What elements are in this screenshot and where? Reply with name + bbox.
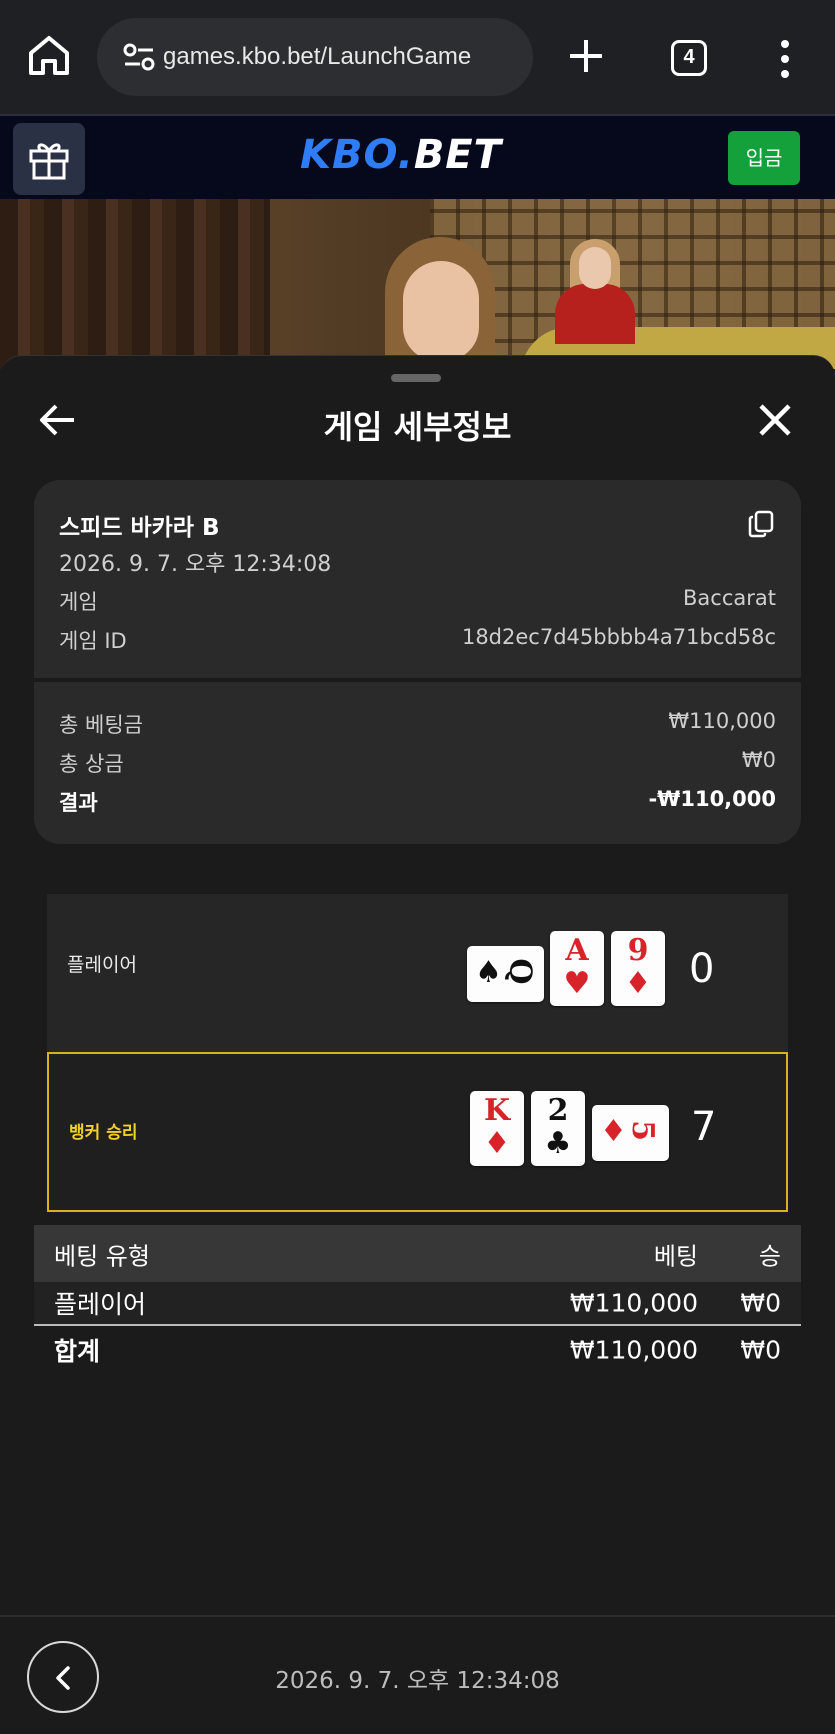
total-bet-value: ₩110,000: [668, 709, 776, 733]
card-rank: A: [565, 933, 589, 968]
card-rank: K: [483, 1093, 511, 1128]
game-name: 스피드 바카라 B: [59, 515, 220, 541]
playing-card: ♦ 5: [592, 1105, 669, 1161]
deposit-button[interactable]: 입금: [728, 131, 800, 185]
banker-hand-label: 뱅커 승리: [69, 1123, 138, 1143]
card-suit: ♠: [475, 955, 502, 990]
result-value: -₩110,000: [648, 787, 776, 811]
card-suit: ♥: [563, 966, 591, 1001]
banker-hand-panel: 뱅커 승리 K ♦ 2 ♣ ♦ 5 7: [47, 1052, 788, 1212]
address-bar[interactable]: games.kbo.bet/LaunchGame: [97, 18, 533, 96]
table-total-row: 합계 ₩110,000 ₩0: [34, 1328, 801, 1372]
url-text[interactable]: games.kbo.bet/LaunchGame: [163, 18, 471, 96]
footer-timestamp: 2026. 9. 7. 오후 12:34:08: [275, 1668, 560, 1694]
result-label: 결과: [59, 791, 98, 815]
bet-amount-cell: ₩110,000: [569, 1288, 698, 1318]
browser-toolbar: games.kbo.bet/LaunchGame 4: [0, 0, 835, 114]
table-row: 플레이어 ₩110,000 ₩0: [34, 1282, 801, 1326]
total-win-value: ₩0: [741, 748, 776, 772]
card-suit: ♣: [544, 1126, 572, 1161]
card-rank: Q: [502, 958, 538, 985]
gift-icon: [29, 143, 69, 180]
more-options-icon[interactable]: [774, 38, 796, 80]
table-header: 베팅 유형 베팅 승: [34, 1225, 801, 1282]
total-label-cell: 합계: [54, 1337, 101, 1366]
sheet-drag-handle[interactable]: [391, 374, 441, 382]
game-type-label: 게임: [59, 590, 98, 614]
gift-button[interactable]: [13, 123, 85, 195]
total-win-label: 총 상금: [59, 752, 124, 776]
total-bet-cell: ₩110,000: [569, 1335, 698, 1365]
card-divider: [34, 678, 801, 682]
column-header-bet: 베팅: [653, 1242, 698, 1270]
bet-type-cell: 플레이어: [54, 1290, 147, 1319]
player-score: 0: [689, 946, 715, 992]
site-settings-icon[interactable]: [123, 42, 155, 72]
player-hand-panel: 플레이어 ♠ Q A ♥ 9 ♦ 0: [47, 894, 788, 1054]
home-icon[interactable]: [26, 32, 72, 78]
playing-card: 2 ♣: [531, 1091, 585, 1166]
playing-card: 9 ♦: [611, 931, 665, 1006]
logo-text-secondary: BET: [413, 132, 502, 178]
sheet-title: 게임 세부정보: [323, 408, 512, 446]
tab-switcher-button[interactable]: 4: [671, 40, 707, 76]
total-bet-label: 총 베팅금: [59, 713, 143, 737]
win-amount-cell: ₩0: [740, 1288, 781, 1318]
banker-score: 7: [691, 1104, 717, 1150]
close-icon[interactable]: [757, 402, 793, 438]
card-rank: 5: [624, 1120, 660, 1141]
game-details-sheet: 게임 세부정보 스피드 바카라 B 2026. 9. 7. 오후 12:34:0…: [0, 355, 835, 1734]
live-video-feed: [0, 199, 835, 369]
card-rank: 9: [627, 933, 649, 968]
playing-card: A ♥: [550, 931, 604, 1006]
site-header: KBO.BET 입금: [0, 114, 835, 199]
player-hand-label: 플레이어: [67, 954, 137, 976]
card-suit: ♦: [483, 1126, 511, 1161]
new-tab-icon[interactable]: [566, 36, 606, 76]
game-type-value: Baccarat: [683, 586, 776, 610]
card-rank: 2: [547, 1093, 569, 1128]
playing-card: ♠ Q: [467, 946, 544, 1002]
game-timestamp: 2026. 9. 7. 오후 12:34:08: [59, 552, 332, 577]
playing-card: K ♦: [470, 1091, 524, 1166]
card-suit: ♦: [624, 966, 652, 1001]
card-suit: ♦: [600, 1114, 627, 1149]
logo-text-primary: KBO.: [300, 132, 414, 178]
game-summary-card: 스피드 바카라 B 2026. 9. 7. 오후 12:34:08 게임 Bac…: [34, 480, 801, 844]
copy-icon[interactable]: [748, 510, 774, 538]
brand-logo[interactable]: KBO.BET: [300, 132, 502, 178]
sheet-footer: 2026. 9. 7. 오후 12:34:08: [0, 1615, 835, 1734]
column-header-bet-type: 베팅 유형: [54, 1242, 150, 1270]
game-id-value: 18d2ec7d45bbbb4a71bcd58c: [461, 625, 776, 649]
game-id-label: 게임 ID: [59, 629, 127, 653]
column-header-win: 승: [758, 1242, 781, 1270]
total-win-cell: ₩0: [740, 1335, 781, 1365]
